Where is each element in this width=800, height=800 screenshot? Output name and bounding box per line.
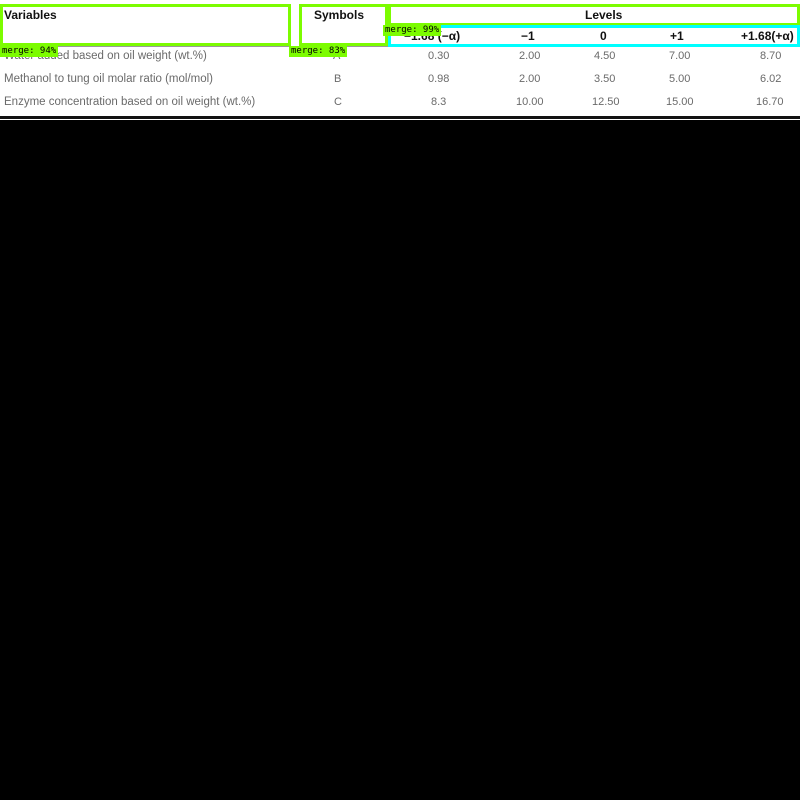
table-row-3-value-3: 12.50: [592, 96, 620, 108]
overlay-box-levels-header: [388, 4, 800, 26]
screenshot-canvas: Variables Symbols Levels −1.68 (−α) −1 0…: [0, 0, 800, 800]
overlay-tag-merge-99: merge: 99%: [383, 25, 442, 36]
overlay-box-symbols: [299, 4, 388, 46]
table-row-2-value-2: 2.00: [519, 73, 541, 85]
overlay-tag-merge-83: merge: 83%: [289, 46, 348, 57]
overlay-box-variables: [0, 4, 291, 46]
table-row-2-symbol: B: [334, 73, 342, 85]
table-row-2-value-5: 6.02: [760, 73, 782, 85]
table-row-1-value-1: 0.30: [428, 50, 450, 62]
table-row-2-variable: Methanol to tung oil molar ratio (mol/mo…: [4, 73, 213, 85]
table-row-3-symbol: C: [334, 96, 342, 108]
table-row-3-variable: Enzyme concentration based on oil weight…: [4, 96, 256, 108]
table-row-2-value-1: 0.98: [428, 73, 450, 85]
table-row-3-value-5: 16.70: [756, 96, 784, 108]
table-row-3-value-4: 15.00: [666, 96, 694, 108]
table-row-2-value-3: 3.50: [594, 73, 616, 85]
overlay-tag-merge-94: merge: 94%: [0, 46, 59, 57]
table-row-3-value-2: 10.00: [516, 96, 544, 108]
table-row-2-value-4: 5.00: [669, 73, 691, 85]
overlay-box-levels-subheader: [388, 25, 800, 47]
table-row-3-value-1: 8.3: [431, 96, 447, 108]
table-row-1-value-5: 8.70: [760, 50, 782, 62]
table-row-1-value-2: 2.00: [519, 50, 541, 62]
table-row-1-value-4: 7.00: [669, 50, 691, 62]
table-row-1-value-3: 4.50: [594, 50, 616, 62]
table-bottom-rule: [0, 116, 800, 119]
